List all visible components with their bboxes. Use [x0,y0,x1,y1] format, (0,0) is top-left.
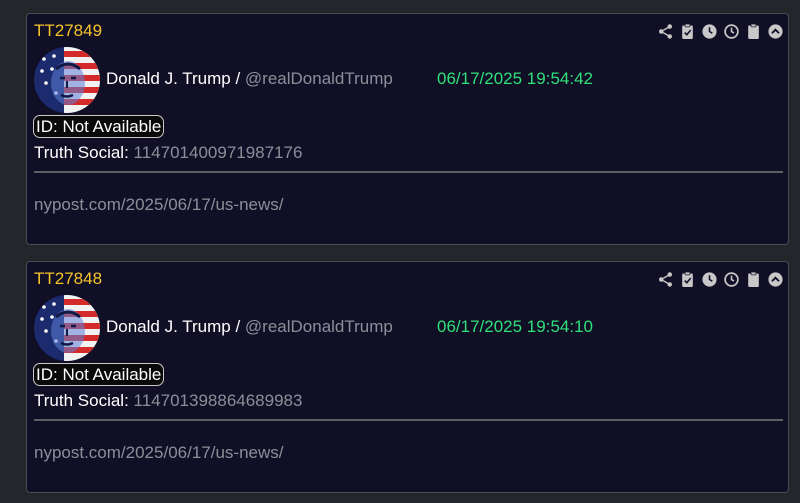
share-icon[interactable] [656,270,674,288]
id-badge: ID: Not Available [33,115,165,138]
post-actions [656,22,784,40]
chevron-up-circle-icon[interactable] [766,270,784,288]
post-tt-id: TT27849 [34,21,103,40]
truth-social-line: Truth Social: 114701400971987176 [34,143,302,163]
post-timestamp: 06/17/2025 19:54:42 [437,69,593,88]
clock-solid-icon[interactable] [700,270,718,288]
post-link[interactable]: nypost.com/2025/06/17/us-news/ [34,443,283,463]
clock-solid-icon[interactable] [700,22,718,40]
post-feed: TT27849 Donald J. Trump / @realDonaldTru… [0,0,800,503]
author-separator: / [230,317,245,336]
author-separator: / [230,69,245,88]
author-name: Donald J. Trump [106,317,231,336]
divider [34,419,783,421]
author-line: Donald J. Trump / @realDonaldTrump [106,69,393,89]
truth-social-id: 114701398864689983 [133,391,303,410]
author-handle[interactable]: @realDonaldTrump [245,317,393,336]
id-badge: ID: Not Available [33,363,165,386]
avatar [34,295,100,361]
clock-outline-icon[interactable] [722,270,740,288]
post-link[interactable]: nypost.com/2025/06/17/us-news/ [34,195,283,215]
truth-social-label: Truth Social: [34,391,129,410]
truth-social-label: Truth Social: [34,143,129,162]
divider [34,171,783,173]
truth-social-id: 114701400971987176 [133,143,303,162]
clipboard-check-icon[interactable] [678,270,696,288]
avatar [34,47,100,113]
chevron-up-circle-icon[interactable] [766,22,784,40]
author-name: Donald J. Trump [106,69,231,88]
post-card: TT27848 Donald J. Trump / @realDonaldTru… [26,261,789,493]
post-tt-id: TT27848 [34,269,103,288]
clock-outline-icon[interactable] [722,22,740,40]
author-handle[interactable]: @realDonaldTrump [245,69,393,88]
post-card: TT27849 Donald J. Trump / @realDonaldTru… [26,13,789,245]
author-line: Donald J. Trump / @realDonaldTrump [106,317,393,337]
clipboard-icon[interactable] [744,22,762,40]
post-actions [656,270,784,288]
clipboard-icon[interactable] [744,270,762,288]
share-icon[interactable] [656,22,674,40]
truth-social-line: Truth Social: 114701398864689983 [34,391,302,411]
post-timestamp: 06/17/2025 19:54:10 [437,317,593,336]
clipboard-check-icon[interactable] [678,22,696,40]
